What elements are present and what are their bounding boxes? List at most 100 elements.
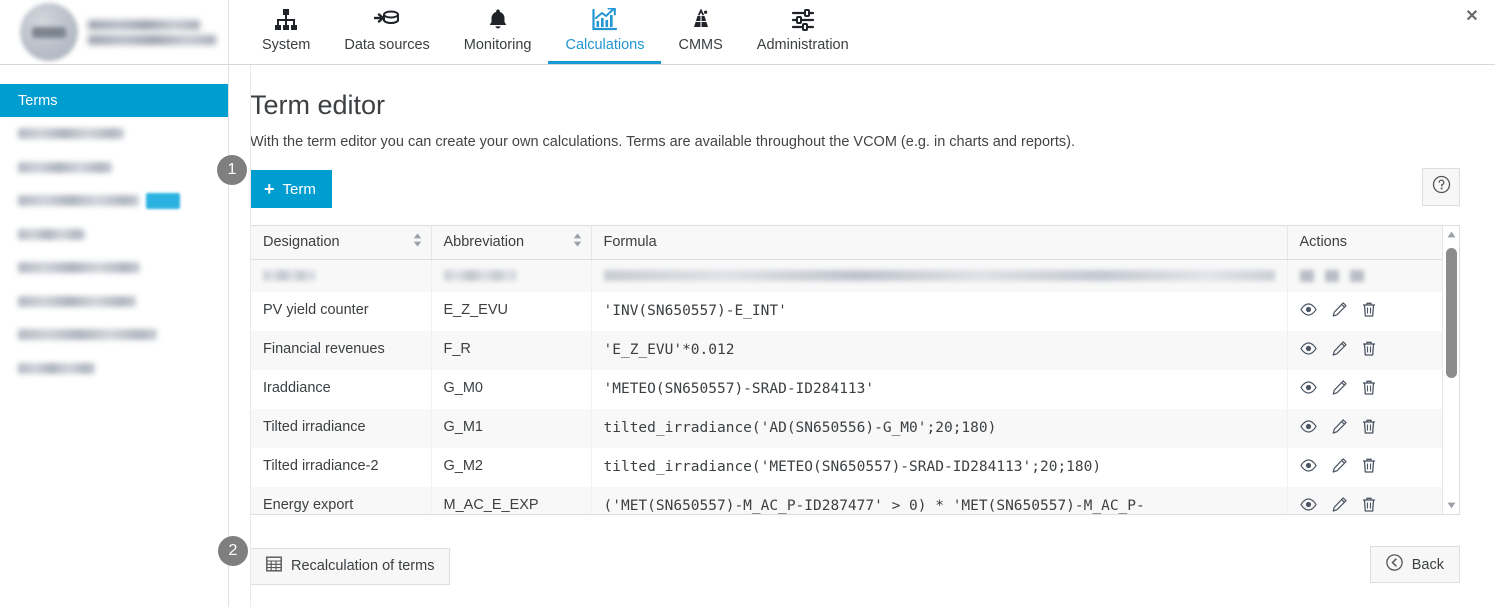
recalculation-of-terms-button[interactable]: Recalculation of terms [250, 547, 451, 585]
nav-label-system: System [262, 37, 311, 53]
pencil-icon[interactable] [1332, 418, 1347, 434]
brand-title-line-1: redacted [88, 19, 200, 30]
cell-actions [1287, 369, 1442, 409]
nav-item-calculations[interactable]: Calculations [548, 0, 662, 64]
column-header-designation[interactable]: Designation [251, 226, 432, 260]
row-actions [1299, 340, 1431, 356]
top-navigation-bar: redacted redacted System [0, 0, 1495, 65]
chart-up-icon [592, 7, 618, 32]
scroll-up-arrow-icon[interactable] [1443, 226, 1459, 243]
cell-abbreviation: redacted [431, 259, 592, 292]
trash-icon[interactable] [1362, 419, 1376, 434]
footer-actions: Recalculation of terms Back [250, 546, 1460, 586]
main-nav: System Data sources Monitoring Calculati… [229, 0, 866, 64]
back-button-label: Back [1411, 556, 1444, 573]
redacted-formula: redacted [603, 269, 1275, 281]
scrollbar-track[interactable] [1443, 243, 1459, 497]
pencil-icon[interactable] [1332, 496, 1347, 512]
trash-icon[interactable] [1362, 497, 1376, 512]
eye-icon[interactable] [1299, 302, 1317, 316]
table-row[interactable]: PV yield counter E_Z_EVU 'INV(SN650557)-… [251, 291, 1442, 331]
annotation-guide-line [250, 65, 251, 607]
sidebar-item-2[interactable]: redacted [0, 151, 228, 185]
trash-icon[interactable] [1362, 302, 1376, 317]
column-header-actions-label: Actions [1299, 234, 1348, 251]
sidebar-item-terms[interactable]: Terms [0, 84, 228, 117]
column-header-abbreviation[interactable]: Abbreviation [431, 226, 592, 260]
row-actions [1299, 379, 1431, 395]
table-row[interactable]: Tilted irradiance G_M1 tilted_irradiance… [251, 408, 1442, 448]
plus-icon: + [264, 179, 275, 199]
brand-logo-area[interactable]: redacted redacted [0, 0, 229, 64]
sidebar-item-8[interactable]: redacted [0, 352, 228, 386]
sort-icon-abbreviation[interactable] [573, 233, 582, 251]
trash-icon[interactable] [1362, 458, 1376, 473]
sidebar-item-8-label: redacted [18, 362, 95, 374]
cell-formula: ('MET(SN650557)-M_AC_P-ID287477' > 0) * … [591, 486, 1288, 514]
row-actions [1299, 301, 1431, 317]
cell-designation: Iraddiance [251, 369, 432, 409]
cell-abbreviation: E_Z_EVU [431, 291, 592, 331]
sidebar-item-3-label: redacted [18, 195, 139, 207]
redacted-action-icons [1299, 269, 1431, 282]
pencil-icon[interactable] [1332, 301, 1347, 317]
question-circle-icon [1432, 175, 1451, 199]
sitemap-icon [274, 7, 298, 32]
page-subtitle: With the term editor you can create your… [250, 134, 1076, 150]
table-row[interactable]: redacted redacted redacted [251, 259, 1442, 292]
cell-abbreviation: F_R [431, 330, 592, 370]
scrollbar-thumb[interactable] [1446, 248, 1457, 378]
table-vertical-scrollbar[interactable] [1442, 226, 1459, 514]
grid-table-icon [266, 556, 282, 576]
column-header-actions: Actions [1287, 226, 1442, 260]
sidebar-item-3[interactable]: redacted [0, 184, 228, 218]
cell-abbreviation: G_M0 [431, 369, 592, 409]
trash-icon[interactable] [1362, 341, 1376, 356]
pencil-icon[interactable] [1332, 340, 1347, 356]
help-button[interactable] [1422, 168, 1460, 206]
sort-icon-designation[interactable] [413, 233, 422, 251]
pencil-icon[interactable] [1332, 379, 1347, 395]
nav-item-monitoring[interactable]: Monitoring [447, 0, 549, 64]
annotation-badge-1: 1 [217, 155, 247, 185]
column-header-formula-label: Formula [603, 234, 657, 251]
table-row[interactable]: Energy export M_AC_E_EXP ('MET(SN650557)… [251, 486, 1442, 514]
nav-item-administration[interactable]: Administration [740, 0, 866, 64]
brand-title-line-2: redacted [88, 34, 216, 45]
terms-table: Designation Abbreviation Formula Actions… [251, 226, 1442, 514]
back-button[interactable]: Back [1369, 546, 1460, 583]
row-actions [1299, 418, 1431, 434]
cell-actions [1287, 447, 1442, 487]
sidebar-item-7[interactable]: redacted [0, 318, 228, 352]
terms-table-scroll-area: Designation Abbreviation Formula Actions… [251, 226, 1442, 514]
nav-item-data-sources[interactable]: Data sources [327, 0, 446, 64]
eye-icon[interactable] [1299, 497, 1317, 511]
sidebar-item-4[interactable]: redacted [0, 218, 228, 252]
eye-icon[interactable] [1299, 419, 1317, 433]
trash-icon[interactable] [1362, 380, 1376, 395]
table-row[interactable]: Financial revenues F_R 'E_Z_EVU'*0.012 [251, 330, 1442, 370]
table-row[interactable]: Iraddiance G_M0 'METEO(SN650557)-SRAD-ID… [251, 369, 1442, 409]
sidebar-item-1[interactable]: redacted [0, 117, 228, 151]
nav-item-cmms[interactable]: CMMS [661, 0, 739, 64]
sidebar-item-5[interactable]: redacted [0, 251, 228, 285]
eye-icon[interactable] [1299, 380, 1317, 394]
pencil-icon[interactable] [1332, 457, 1347, 473]
cell-actions [1287, 408, 1442, 448]
cell-formula: 'INV(SN650557)-E_INT' [591, 291, 1288, 331]
sidebar-item-6[interactable]: redacted [0, 285, 228, 319]
nav-item-system[interactable]: System [245, 0, 327, 64]
table-row[interactable]: Tilted irradiance-2 G_M2 tilted_irradian… [251, 447, 1442, 487]
cell-abbreviation: M_AC_E_EXP [431, 486, 592, 514]
close-icon[interactable]: ✕ [1461, 6, 1483, 28]
scroll-down-arrow-icon[interactable] [1443, 497, 1459, 514]
nav-label-monitoring: Monitoring [463, 37, 532, 53]
nav-label-calculations: Calculations [565, 37, 645, 53]
eye-icon[interactable] [1299, 458, 1317, 472]
eye-icon[interactable] [1299, 341, 1317, 355]
add-term-button[interactable]: + Term [250, 170, 332, 208]
cell-designation: Tilted irradiance [251, 408, 432, 448]
bell-icon [488, 7, 508, 32]
column-header-designation-label: Designation [263, 234, 340, 251]
nav-label-cmms: CMMS [678, 37, 723, 53]
